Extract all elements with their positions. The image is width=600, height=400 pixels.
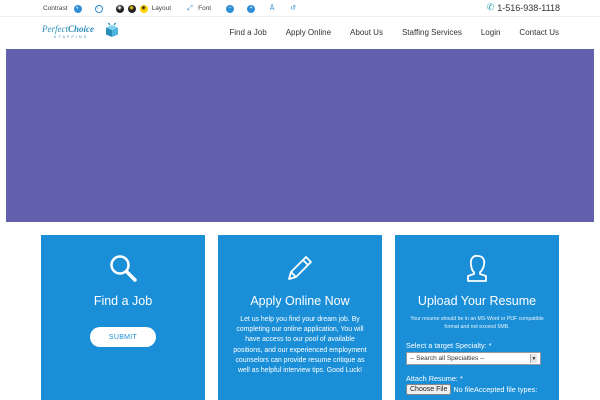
- search-icon: [110, 255, 137, 282]
- font-decrease-icon[interactable]: −: [226, 4, 235, 13]
- logo-text: PerfectChoice: [42, 24, 94, 34]
- gift-box-icon: [106, 22, 118, 37]
- logo[interactable]: PerfectChoice STAFFING: [42, 22, 122, 44]
- accessibility-bar: Contrast ◐ ☾ ◉ ◉ ◉ Layout ⤢ Font − + Ā ↺…: [0, 0, 600, 17]
- nav-find-a-job[interactable]: Find a Job: [229, 28, 266, 37]
- site-header: PerfectChoice STAFFING Find a Job Apply …: [0, 17, 600, 49]
- specialty-selected-value: -- Search all Specialties --: [410, 355, 485, 362]
- apply-online-card: Apply Online Now Let us help you find yo…: [218, 235, 382, 400]
- apply-online-title: Apply Online Now: [250, 294, 350, 308]
- specialty-select[interactable]: -- Search all Specialties -- ▼: [406, 352, 541, 365]
- upload-resume-card: Upload Your Resume Your resume should be…: [395, 235, 559, 400]
- phone-link[interactable]: ✆ 1-516-938-1118: [487, 2, 560, 13]
- find-job-title: Find a Job: [93, 294, 153, 308]
- contrast-yellow-eye-icon[interactable]: ◉: [139, 4, 148, 13]
- pencil-icon: [288, 256, 312, 280]
- reset-icon[interactable]: ↺: [289, 5, 297, 13]
- layout-label: Layout: [151, 5, 172, 12]
- person-icon: [467, 254, 487, 282]
- font-size-icon[interactable]: Ā: [268, 5, 276, 13]
- submit-button[interactable]: SUBMIT: [90, 327, 156, 347]
- layout-expand-icon[interactable]: ⤢: [186, 5, 194, 13]
- nav-apply-online[interactable]: Apply Online: [286, 28, 331, 37]
- contrast-moon-icon[interactable]: ☾: [94, 4, 103, 13]
- resume-format-note: Your resume should be in an MS-Word or P…: [410, 316, 544, 330]
- contrast-label: Contrast: [43, 5, 68, 12]
- resume-file-input[interactable]: Choose File No fileAccepted file types:: [406, 384, 537, 395]
- hero-banner: [6, 49, 594, 222]
- upload-resume-title: Upload Your Resume: [417, 294, 537, 308]
- phone-number: 1-516-938-1118: [497, 2, 560, 13]
- contrast-dark-yellow-eye-icon[interactable]: ◉: [127, 4, 136, 13]
- contrast-dark-eye-icon[interactable]: ◉: [115, 4, 124, 13]
- nav-staffing-services[interactable]: Staffing Services: [402, 28, 462, 37]
- choose-file-button[interactable]: Choose File: [406, 384, 452, 395]
- nav-contact-us[interactable]: Contact Us: [519, 28, 559, 37]
- file-status-text: No fileAccepted file types:: [453, 385, 538, 394]
- nav-login[interactable]: Login: [481, 28, 501, 37]
- font-increase-icon[interactable]: +: [247, 4, 256, 13]
- attach-resume-label: Attach Resume: *: [406, 374, 463, 383]
- find-job-card: Find a Job SUBMIT: [41, 235, 205, 400]
- accessibility-toolbar: Contrast ◐ ☾ ◉ ◉ ◉ Layout ⤢ Font − + Ā ↺: [43, 3, 297, 14]
- chevron-down-icon: ▼: [530, 354, 537, 363]
- contrast-default-icon[interactable]: ◐: [73, 4, 82, 13]
- phone-icon: ✆: [486, 2, 495, 12]
- main-nav: Find a Job Apply Online About Us Staffin…: [210, 28, 559, 37]
- nav-about-us[interactable]: About Us: [350, 28, 383, 37]
- font-label: Font: [198, 5, 212, 12]
- logo-subtitle: STAFFING: [54, 35, 89, 39]
- apply-online-description: Let us help you find your dream job. By …: [233, 316, 367, 375]
- specialty-label: Select a target Specialty: *: [406, 341, 492, 350]
